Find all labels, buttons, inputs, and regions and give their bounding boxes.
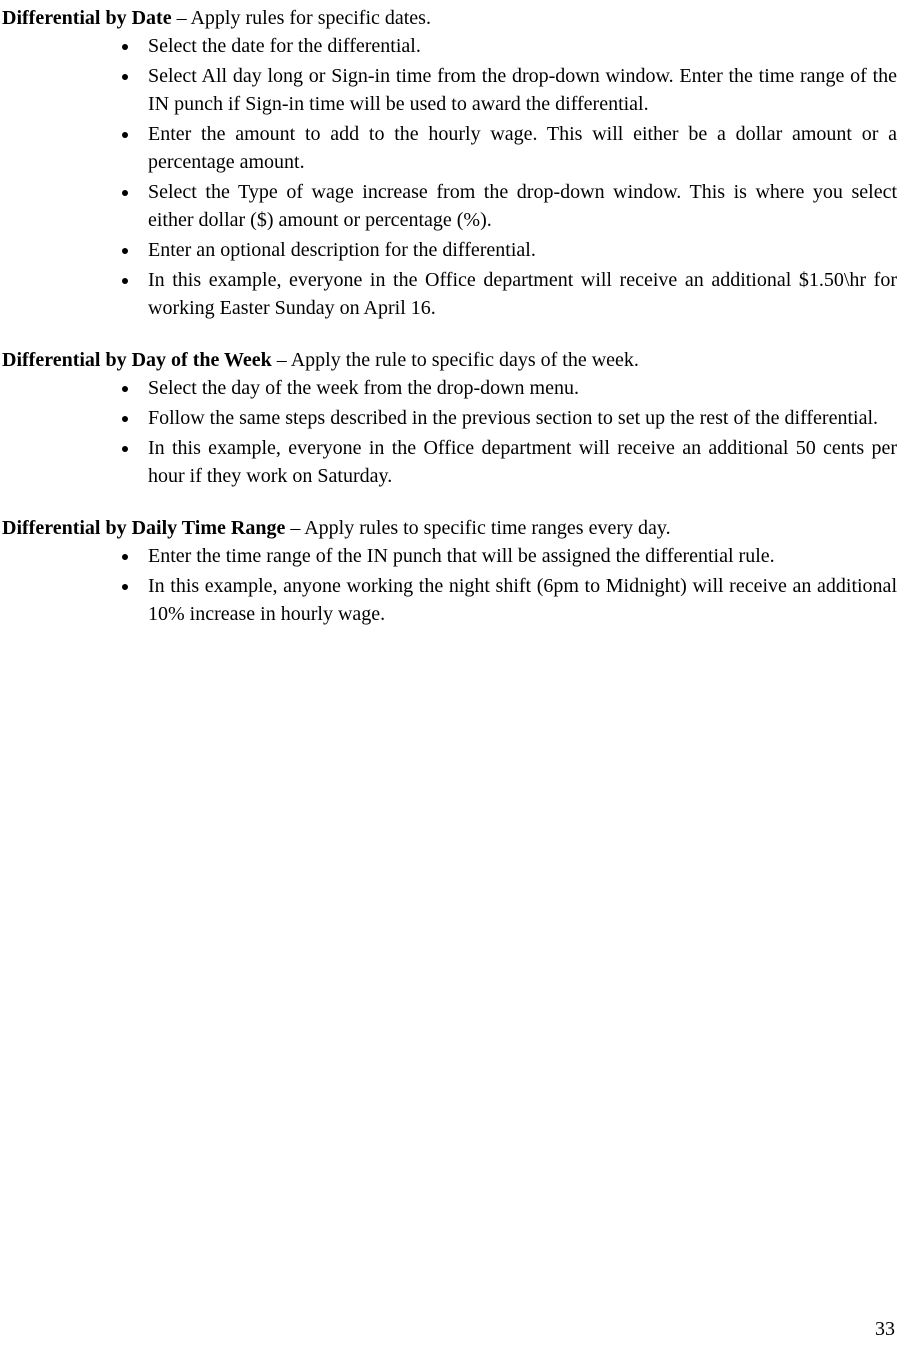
bullet-list: Select the day of the week from the drop…	[2, 374, 897, 490]
section-header: Differential by Date – Apply rules for s…	[2, 4, 897, 32]
list-item: Enter the amount to add to the hourly wa…	[140, 120, 897, 176]
list-item: Enter the time range of the IN punch tha…	[140, 542, 897, 570]
page-number: 33	[875, 1315, 895, 1343]
section-description: – Apply rules to specific time ranges ev…	[285, 517, 670, 539]
list-item: Select All day long or Sign-in time from…	[140, 62, 897, 118]
section-differential-by-date: Differential by Date – Apply rules for s…	[2, 4, 897, 322]
list-item: In this example, everyone in the Office …	[140, 266, 897, 322]
list-item: Select the day of the week from the drop…	[140, 374, 897, 402]
section-header: Differential by Daily Time Range – Apply…	[2, 514, 897, 542]
list-item: Enter an optional description for the di…	[140, 236, 897, 264]
section-title: Differential by Date	[2, 7, 172, 29]
section-title: Differential by Day of the Week	[2, 349, 272, 371]
section-title: Differential by Daily Time Range	[2, 517, 285, 539]
section-description: – Apply the rule to specific days of the…	[272, 349, 639, 371]
bullet-list: Select the date for the differential. Se…	[2, 32, 897, 322]
list-item: Select the date for the differential.	[140, 32, 897, 60]
list-item: Follow the same steps described in the p…	[140, 404, 897, 432]
section-differential-by-day-of-week: Differential by Day of the Week – Apply …	[2, 346, 897, 490]
list-item: In this example, anyone working the nigh…	[140, 572, 897, 628]
section-header: Differential by Day of the Week – Apply …	[2, 346, 897, 374]
list-item: In this example, everyone in the Office …	[140, 434, 897, 490]
list-item: Select the Type of wage increase from th…	[140, 178, 897, 234]
section-differential-by-daily-time-range: Differential by Daily Time Range – Apply…	[2, 514, 897, 628]
section-description: – Apply rules for specific dates.	[172, 7, 431, 29]
bullet-list: Enter the time range of the IN punch tha…	[2, 542, 897, 628]
